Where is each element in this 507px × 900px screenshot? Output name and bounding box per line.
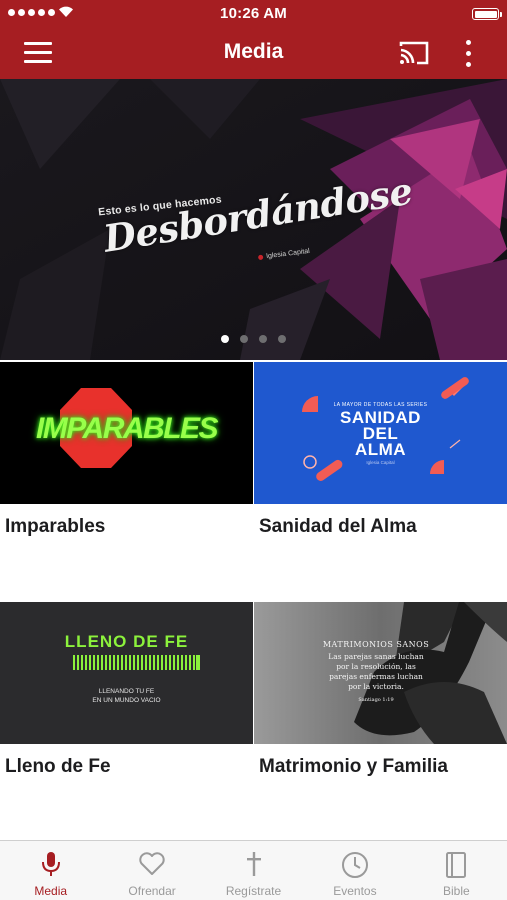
- thumbnail-line: parejas enfermas luchan: [329, 672, 423, 681]
- clock-icon: [341, 852, 368, 878]
- menu-icon: [24, 42, 52, 45]
- navigation-bar: Media: [0, 28, 507, 79]
- tab-registrate[interactable]: Regístrate: [203, 841, 304, 900]
- card-thumbnail: MATRIMONIOS SANOS Las parejas sanas luch…: [254, 602, 507, 744]
- book-icon: [446, 852, 467, 878]
- card-title: Sanidad del Alma: [259, 516, 417, 537]
- media-card-matrimonio-y-familia[interactable]: MATRIMONIOS SANOS Las parejas sanas luch…: [254, 602, 507, 842]
- thumbnail-line: por la resolución, las: [336, 662, 416, 671]
- carousel-dot[interactable]: [278, 335, 286, 343]
- cast-icon[interactable]: [398, 39, 430, 67]
- tab-label: Ofrendar: [128, 884, 176, 898]
- tab-label: Regístrate: [225, 884, 282, 898]
- carousel-page-indicator: [0, 335, 507, 343]
- tab-media[interactable]: Media: [0, 841, 101, 900]
- heart-icon: [139, 852, 165, 875]
- thumbnail-title: LLENO DE FE: [64, 632, 189, 651]
- status-time: 10:26 AM: [220, 5, 287, 22]
- thumbnail-subtitle: LLENANDO TU FE: [98, 688, 155, 695]
- carousel-dot[interactable]: [221, 335, 229, 343]
- card-thumbnail: LLENO DE FE LLENANDO TU FE EN UN MUNDO V…: [0, 602, 253, 744]
- more-options-button[interactable]: [458, 40, 478, 68]
- card-title: Lleno de Fe: [5, 756, 111, 777]
- media-card-imparables[interactable]: IMPARABLES Imparables: [0, 362, 253, 602]
- thumbnail-heading: MATRIMONIOS SANOS: [322, 640, 430, 649]
- progress-cap-graphic: [196, 655, 200, 670]
- card-thumbnail: LA MAYOR DE TODAS LAS SERIES SANIDAD DEL…: [254, 362, 507, 504]
- tab-label: Media: [34, 884, 68, 898]
- thumbnail-line: por la victoria.: [348, 682, 404, 691]
- status-bar: 10:26 AM: [0, 0, 507, 28]
- hero-banner[interactable]: Esto es lo que hacemos Desbordándose Igl…: [0, 79, 507, 360]
- progress-bars-graphic: [73, 655, 197, 670]
- card-title: Imparables: [5, 516, 106, 537]
- tab-eventos[interactable]: Eventos: [304, 841, 405, 900]
- tab-label: Bible: [442, 884, 470, 898]
- thumbnail-line: Las parejas sanas luchan: [328, 652, 424, 661]
- page-title: Media: [223, 40, 284, 63]
- media-card-sanidad-del-alma[interactable]: LA MAYOR DE TODAS LAS SERIES SANIDAD DEL…: [254, 362, 507, 602]
- thumbnail-subtitle: EN UN MUNDO VACIO: [92, 697, 161, 704]
- media-card-lleno-de-fe[interactable]: LLENO DE FE LLENANDO TU FE EN UN MUNDO V…: [0, 602, 253, 842]
- cross-icon: [246, 852, 261, 876]
- battery-icon: [472, 8, 502, 20]
- tab-bible[interactable]: Bible: [406, 841, 507, 900]
- top-bar: 10:26 AM Media: [0, 0, 507, 79]
- thumbnail-tag: Iglesia Capital: [366, 460, 395, 465]
- thumbnail-reference: Santiago 1:19: [358, 697, 394, 703]
- tab-ofrendar[interactable]: Ofrendar: [101, 841, 202, 900]
- thumbnail-line: ALMA: [354, 440, 407, 459]
- more-vertical-icon: [465, 40, 471, 45]
- menu-button[interactable]: [24, 42, 52, 64]
- tab-bar: Media Ofrendar Regístrate Eventos Bible: [0, 840, 507, 900]
- thumbnail-text: IMPARABLES: [35, 412, 219, 445]
- microphone-icon: [41, 852, 60, 876]
- tab-label: Eventos: [333, 884, 377, 898]
- carousel-dot[interactable]: [259, 335, 267, 343]
- card-thumbnail: IMPARABLES: [0, 362, 253, 504]
- carousel-dot[interactable]: [240, 335, 248, 343]
- card-title: Matrimonio y Familia: [259, 756, 448, 777]
